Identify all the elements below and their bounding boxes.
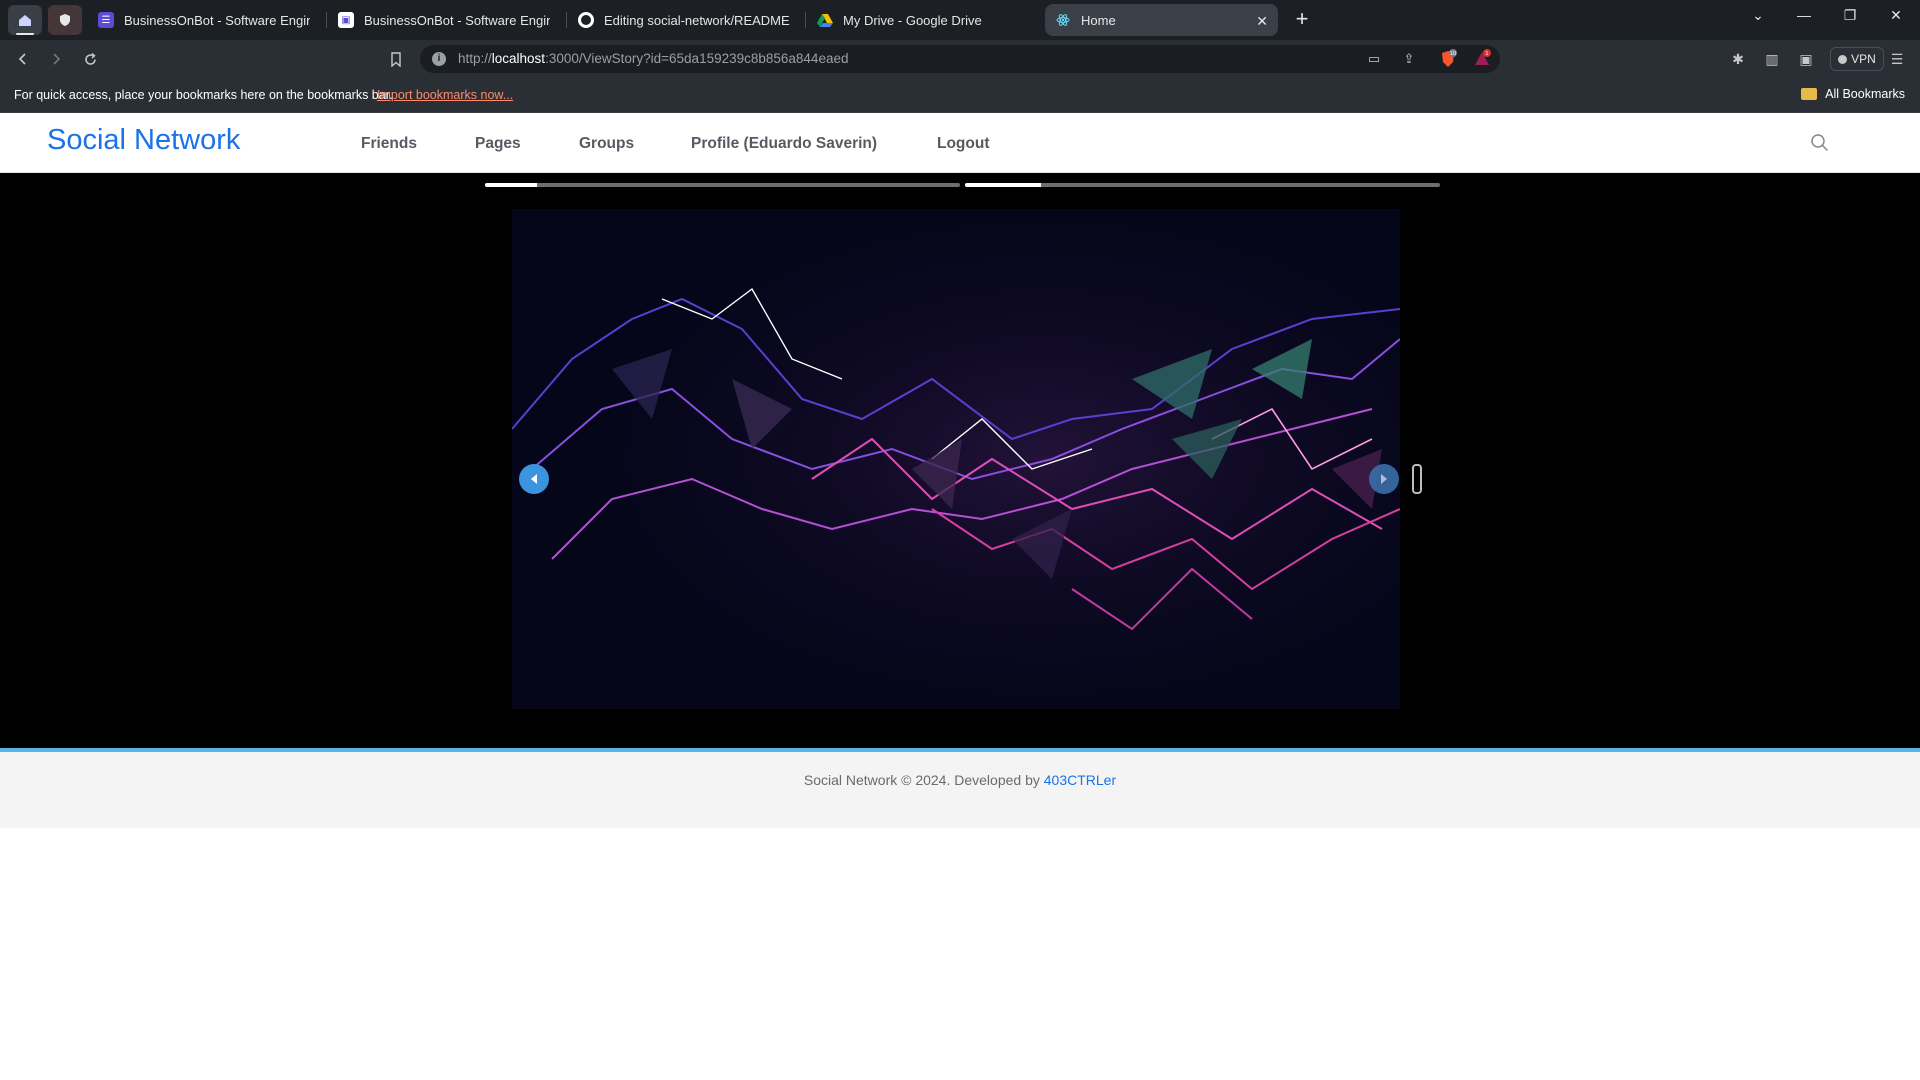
chevron-left-icon: [531, 474, 537, 484]
shield-count: 10: [1450, 51, 1456, 57]
tab-separator: [566, 12, 567, 28]
nav-profile[interactable]: Profile (Eduardo Saverin): [691, 135, 877, 153]
story-progress-bar-1: [485, 183, 960, 187]
developer-link[interactable]: 403CTRLer: [1044, 772, 1116, 788]
nav-logout[interactable]: Logout: [937, 135, 990, 153]
minimize-window-button[interactable]: —: [1781, 0, 1827, 30]
reload-icon: [84, 52, 96, 65]
tab-businessonbot-2[interactable]: ▣ BusinessOnBot - Software Engineerin: [328, 4, 560, 36]
home-icon: [19, 15, 31, 26]
nav-pages[interactable]: Pages: [475, 135, 521, 153]
menu-icon[interactable]: ☰: [1888, 50, 1906, 68]
all-bookmarks-button[interactable]: All Bookmarks: [1801, 87, 1905, 101]
next-story-button[interactable]: [1369, 464, 1399, 494]
vpn-button[interactable]: VPN: [1830, 47, 1884, 71]
pinned-tab-indicator: [16, 33, 34, 35]
extensions-icon[interactable]: ✱: [1729, 50, 1747, 68]
restore-window-button[interactable]: ❐: [1827, 0, 1873, 30]
brave-shields-icon[interactable]: 10: [1438, 49, 1458, 69]
bookmark-button[interactable]: [385, 48, 407, 70]
import-bookmarks-link[interactable]: Import bookmarks now...: [377, 88, 513, 102]
vpn-label: VPN: [1851, 52, 1876, 66]
tab-separator: [326, 12, 327, 28]
tab-businessonbot-1[interactable]: ☰ BusinessOnBot - Software Engineerin: [88, 4, 320, 36]
google-drive-icon: [817, 12, 833, 28]
url-host: localhost: [491, 51, 546, 66]
sidebar-icon[interactable]: ▥: [1763, 50, 1781, 68]
story-progress-fill-2: [965, 183, 1041, 187]
bookmarks-bar: For quick access, place your bookmarks h…: [0, 78, 1920, 113]
nav-groups[interactable]: Groups: [579, 135, 634, 153]
back-arrow-icon: [18, 53, 26, 65]
chevron-right-icon: [1381, 474, 1387, 484]
reload-button[interactable]: [79, 48, 101, 70]
brave-rewards-icon[interactable]: 1: [1472, 49, 1492, 69]
wallet-icon[interactable]: ▣: [1797, 50, 1815, 68]
tab-github-readme[interactable]: Editing social-network/README.md: [568, 4, 800, 36]
bookmark-icon: [391, 51, 401, 67]
browser-toolbar: i http://localhost:3000/ViewStory?id=65d…: [0, 40, 1920, 78]
site-info-icon[interactable]: i: [432, 52, 446, 66]
folder-icon: [1801, 88, 1818, 100]
tab-title: BusinessOnBot - Software Engineerin: [364, 12, 550, 28]
react-icon: [1055, 12, 1071, 28]
businessonbot-alt-icon: ▣: [338, 12, 354, 28]
story-viewer: [0, 173, 1920, 748]
cast-icon[interactable]: ▭: [1365, 50, 1383, 68]
pinned-tab-home[interactable]: [8, 5, 42, 35]
nav-friends[interactable]: Friends: [361, 135, 417, 153]
brand-logo[interactable]: Social Network: [47, 124, 240, 157]
footer-text: Social Network © 2024. Developed by 403C…: [0, 772, 1920, 788]
address-bar[interactable]: i http://localhost:3000/ViewStory?id=65d…: [420, 45, 1500, 73]
back-button[interactable]: [12, 48, 34, 70]
url-path: :3000/ViewStory?id=65da159239c8b856a844e…: [545, 51, 849, 66]
story-progress-fill-1: [485, 183, 538, 187]
shield-icon: [60, 14, 70, 26]
forward-arrow-icon: [53, 53, 61, 65]
copyright-text: Social Network © 2024. Developed by: [803, 772, 1044, 788]
story-progress-bar-2: [965, 183, 1440, 187]
site-header: Social Network Friends Pages Groups Prof…: [0, 113, 1920, 173]
browser-tab-strip: ☰ BusinessOnBot - Software Engineerin ▣ …: [0, 0, 1920, 40]
tab-google-drive[interactable]: My Drive - Google Drive: [807, 4, 1039, 36]
close-tab-icon[interactable]: ✕: [1256, 13, 1268, 30]
previous-story-button[interactable]: [519, 464, 549, 494]
url-text[interactable]: http://localhost:3000/ViewStory?id=65da1…: [458, 51, 848, 66]
tab-search-chevron-icon[interactable]: ⌄: [1735, 0, 1781, 30]
new-tab-button[interactable]: +: [1290, 8, 1314, 32]
tab-home-active[interactable]: Home ✕: [1045, 4, 1278, 36]
close-window-button[interactable]: ✕: [1873, 0, 1919, 30]
all-bookmarks-label: All Bookmarks: [1825, 87, 1905, 101]
forward-button[interactable]: [45, 48, 67, 70]
tab-title: BusinessOnBot - Software Engineerin: [124, 12, 310, 28]
search-icon[interactable]: [1810, 133, 1830, 153]
alert-count: 1: [1485, 51, 1488, 57]
tab-title: Home: [1081, 12, 1116, 28]
github-icon: [578, 12, 594, 28]
bookmarks-prompt: For quick access, place your bookmarks h…: [14, 88, 393, 102]
scroll-handle[interactable]: [1412, 464, 1422, 494]
tab-title: Editing social-network/README.md: [604, 12, 790, 28]
businessonbot-icon: ☰: [98, 12, 114, 28]
tab-title: My Drive - Google Drive: [843, 12, 982, 28]
url-scheme: http://: [458, 51, 492, 66]
tab-separator: [805, 12, 806, 28]
share-icon[interactable]: ⇪: [1400, 50, 1418, 68]
pinned-tab-shield[interactable]: [48, 5, 82, 35]
vpn-status-icon: [1838, 54, 1848, 64]
site-footer: Social Network © 2024. Developed by 403C…: [0, 752, 1920, 828]
abstract-neon-mesh-image: [512, 209, 1400, 709]
